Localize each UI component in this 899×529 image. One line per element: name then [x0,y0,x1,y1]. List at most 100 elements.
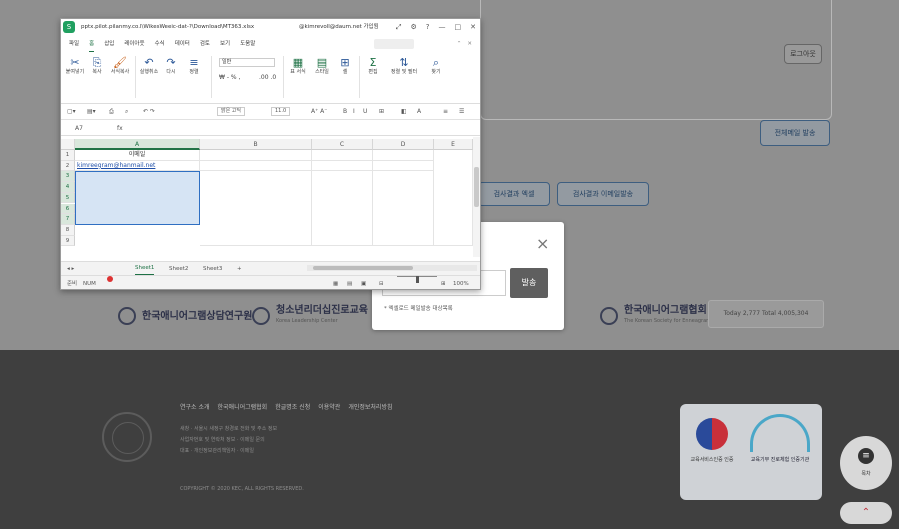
undo-icon[interactable]: ↶ ↷ [143,104,155,120]
help-icon[interactable]: ? [426,19,430,36]
selection-range[interactable] [75,171,200,225]
close-icon[interactable]: ✕ [470,19,476,36]
footer-link[interactable]: 연구소 소개 [180,402,210,411]
undo-button[interactable]: ↶ 실행취소 [139,56,159,75]
row-header[interactable]: 7 [61,214,75,225]
spreadsheet-window[interactable]: S pptx.pilot.pilanmy.co.l\WikesWeeic-dat… [60,18,481,290]
formula-icon[interactable]: fx [117,122,123,136]
settings-icon[interactable]: ⚙ [411,19,417,36]
table-cell[interactable] [312,150,373,161]
table-cell[interactable] [434,150,473,246]
column-header[interactable]: B [200,139,312,150]
number-format-select[interactable]: 일반 [219,58,275,67]
row-header[interactable]: 3 [61,171,75,183]
table-cell[interactable] [373,160,434,172]
fill-color-icon[interactable]: ◧ [401,104,407,120]
sort-filter-button[interactable]: ⇅ 정렬 및 필터 [387,56,421,75]
table-cell[interactable] [200,160,312,172]
sheet-tab[interactable]: Sheet3 [203,262,222,276]
table-cell[interactable] [373,150,434,161]
floating-menu-button[interactable]: ≡ 목차 [840,436,892,490]
border-icon[interactable]: ⊞ [379,104,384,120]
sheet-nav-icon[interactable]: ◂ ▸ [67,262,74,276]
font-family-select[interactable]: 맑은 고딕 [217,107,245,116]
column-header[interactable]: D [373,139,434,150]
select-all-corner[interactable] [61,139,75,150]
sheet-tab[interactable]: Sheet1 [135,262,155,276]
table-cell[interactable]: 이메일 [75,150,200,161]
footer-link[interactable]: 한국애니어그램협회 [218,402,268,411]
row-header[interactable]: 8 [61,224,75,236]
autosum-button[interactable]: Σ 편집 [363,56,383,75]
menu-layout[interactable]: 레이아웃 [124,36,144,52]
cell-style-button[interactable]: ▤ 스타일 [311,56,333,75]
collapse-ribbon-icon[interactable]: ⌃ [457,36,462,52]
percent-format-button[interactable]: ₩ - % , [219,74,240,81]
footer-link[interactable]: 이용약관 [318,402,340,411]
menu-file[interactable]: 파일 [69,36,79,52]
maximize-icon[interactable]: □ [455,19,462,36]
menu-data[interactable]: 데이터 [175,36,190,52]
table-cell[interactable] [200,171,312,247]
send-button[interactable]: 발송 [510,268,548,298]
name-box[interactable]: A7 [75,124,111,134]
row-header[interactable]: 9 [61,235,75,247]
close-icon[interactable]: × [536,236,549,252]
scroll-thumb[interactable] [313,266,413,270]
font-color-icon[interactable]: A [417,104,421,120]
menu-insert[interactable]: 삽입 [104,36,114,52]
bold-icon[interactable]: B [343,104,347,120]
font-size-select[interactable]: 11.0 [271,107,291,116]
column-header[interactable]: E [434,139,473,150]
cells-button[interactable]: ⊞ 셀 [335,56,355,75]
copy-button[interactable]: ⎘ 복사 [87,56,107,75]
zoom-out-icon[interactable]: ⊟ [379,276,384,289]
horizontal-scrollbar[interactable] [307,265,477,271]
footer-link[interactable]: 개인정보처리방침 [348,402,392,411]
font-size-up-icon[interactable]: A⁺ A⁻ [311,104,327,120]
account-label[interactable]: @kimrevoll@daum.net 가입됨 [299,19,379,36]
table-cell[interactable] [373,171,434,247]
result-excel-button[interactable]: 검사결과 엑셀 [478,182,550,206]
paste-button[interactable]: ✂ 붙여넣기 [65,56,85,75]
scroll-thumb[interactable] [474,167,479,207]
preview-icon[interactable]: ⌕ [125,104,128,120]
align-center-icon[interactable]: ☰ [459,104,464,120]
vertical-scrollbar[interactable] [473,137,480,257]
redo-button[interactable]: ↷ 다시 [161,56,181,75]
macro-record-icon[interactable] [107,276,113,282]
window-titlebar[interactable]: S pptx.pilot.pilanmy.co.l\WikesWeeic-dat… [61,19,480,36]
menu-formula[interactable]: 수식 [155,36,165,52]
underline-icon[interactable]: U [363,104,367,120]
table-format-button[interactable]: ▦ 표 서식 [287,56,309,75]
table-cell[interactable] [312,160,373,172]
zoom-in-icon[interactable]: ⊞ [441,276,446,289]
find-button[interactable]: ⌕ 찾기 [425,56,447,75]
logo-leadership-center[interactable]: 청소년리더십진로교육 Korea Leadership Center [252,296,368,336]
add-sheet-button[interactable]: + [237,262,242,276]
logo-enneagram-institute[interactable]: 한국애니어그램상담연구원 [118,296,252,336]
fullscreen-icon[interactable]: ⤢ [396,19,402,36]
row-header[interactable]: 1 [61,150,75,161]
menu-review[interactable]: 검토 [200,36,210,52]
sheet-grid[interactable]: A B C D E 1 2 3 4 5 6 7 8 9 이메일 kimreegr… [61,139,480,261]
page-layout-icon[interactable]: ▤ [347,276,352,289]
menu-search-box[interactable] [374,39,414,49]
row-header[interactable]: 6 [61,203,75,215]
row-header[interactable]: 5 [61,192,75,204]
row-header[interactable]: 4 [61,182,75,193]
row-header[interactable]: 2 [61,160,75,172]
zoom-level[interactable]: 100% [453,276,469,289]
result-email-button[interactable]: 검사결과 이메일발송 [557,182,649,206]
logout-button[interactable]: 로그아웃 [784,44,822,64]
table-cell[interactable]: kimreegram@hanmail.net [75,160,200,172]
new-file-icon[interactable]: ▢▾ [67,104,76,120]
menu-home[interactable]: 홈 [89,36,95,52]
decimal-buttons[interactable]: .00 .0 [259,74,276,81]
zoom-slider-knob[interactable] [416,276,419,283]
scroll-top-button[interactable]: ⌃ [840,502,892,524]
table-cell[interactable] [200,150,312,161]
close-ribbon-icon[interactable]: ✕ [467,36,472,52]
send-all-mail-button[interactable]: 전체메일 발송 [760,120,830,146]
table-cell[interactable] [312,171,373,247]
